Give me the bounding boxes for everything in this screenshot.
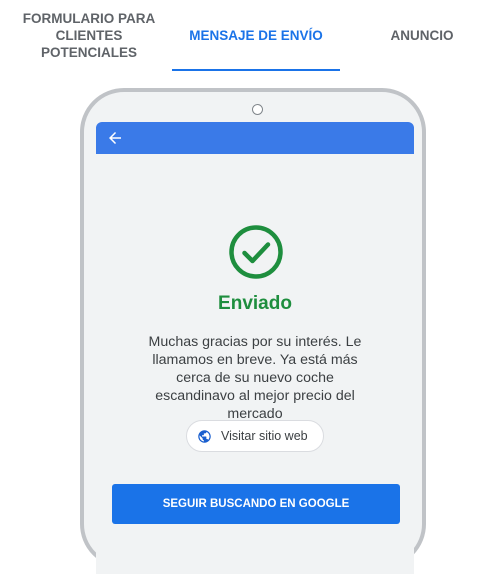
phone-camera [252,104,263,115]
screen-header-bar [96,122,414,154]
arrow-left-icon[interactable] [106,129,124,147]
screen-body: Enviado Muchas gracias por su interés. L… [96,154,414,574]
phone-preview: Enviado Muchas gracias por su interés. L… [80,88,426,574]
tab-lead-form-label: FORMULARIO PARA CLIENTES POTENCIALES [22,10,156,60]
continue-searching-label: SEGUIR BUSCANDO EN GOOGLE [162,498,350,510]
active-tab-indicator [172,69,340,71]
visit-website-button[interactable]: Visitar sitio web [186,420,324,452]
tab-lead-form[interactable]: FORMULARIO PARA CLIENTES POTENCIALES [8,0,170,70]
check-circle-icon [229,225,283,279]
status-title: Enviado [218,293,292,314]
tab-submit-message[interactable]: MENSAJE DE ENVÍO [172,0,340,70]
confirmation-message: Muchas gracias por su interés. Le llamam… [148,334,362,422]
tab-ad[interactable]: ANUNCIO [360,0,484,70]
visit-website-label: Visitar sitio web [221,429,308,443]
tab-ad-label: ANUNCIO [390,27,454,43]
tab-submit-message-label: MENSAJE DE ENVÍO [189,27,323,43]
globe-icon [198,429,211,443]
tab-bar: FORMULARIO PARA CLIENTES POTENCIALES MEN… [0,0,487,72]
continue-searching-button[interactable]: SEGUIR BUSCANDO EN GOOGLE [112,484,400,524]
